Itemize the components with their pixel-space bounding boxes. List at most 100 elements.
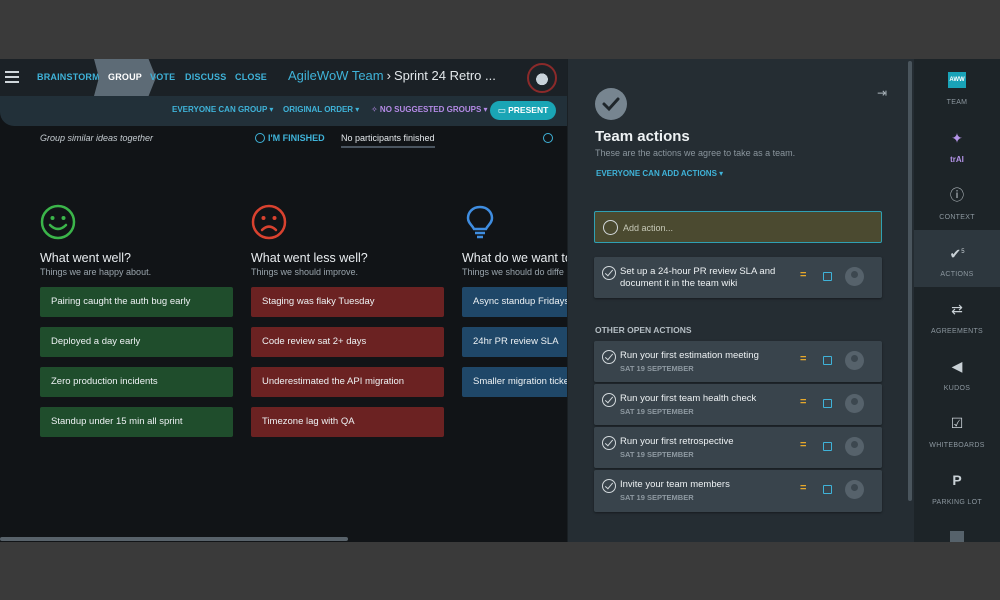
sidebar-item-label: ACTIONS xyxy=(940,271,974,278)
priority-icon[interactable]: = xyxy=(800,482,806,494)
action-item[interactable]: Invite your team members SAT 19 SEPTEMBE… xyxy=(594,470,882,512)
sidebar-item-label: CONTEXT xyxy=(939,214,975,221)
breadcrumb: AgileWoW Team › Sprint 24 Retro ... xyxy=(288,68,496,83)
assignee-avatar[interactable] xyxy=(845,480,864,499)
column-title: What went well? xyxy=(40,251,132,265)
collapse-panel-icon[interactable]: ⇥ xyxy=(877,86,887,100)
check-circle-icon[interactable] xyxy=(602,393,616,407)
step-close[interactable]: CLOSE xyxy=(235,59,267,96)
priority-icon[interactable]: = xyxy=(800,353,806,365)
action-item[interactable]: Run your first retrospective SAT 19 SEPT… xyxy=(594,427,882,468)
sidebar-item-actions[interactable]: ✔5 ACTIONS xyxy=(914,230,1000,287)
suggested-groups-dropdown[interactable]: ✧ NO SUGGESTED GROUPS ▾ xyxy=(371,105,488,114)
idea-card[interactable]: 24hr PR review SLA xyxy=(462,327,567,357)
calendar-icon[interactable] xyxy=(823,442,832,451)
step-group[interactable]: GROUP xyxy=(94,59,157,96)
sidebar-item-context[interactable]: ⓘ CONTEXT xyxy=(914,173,1000,230)
idea-card[interactable]: Zero production incidents xyxy=(40,367,233,397)
priority-icon[interactable]: = xyxy=(800,396,806,408)
retro-board: BRAINSTORM GROUP VOTE DISCUSS CLOSE Agil… xyxy=(0,59,567,542)
sidebar-item-agreements[interactable]: ⇄ AGREEMENTS xyxy=(914,287,1000,344)
more-icon[interactable] xyxy=(950,531,964,542)
present-button[interactable]: ▭ PRESENT xyxy=(490,101,556,120)
app-frame: BRAINSTORM GROUP VOTE DISCUSS CLOSE Agil… xyxy=(0,59,1000,542)
monitor-icon: ▭ xyxy=(497,105,509,115)
check-circle-icon[interactable] xyxy=(602,266,616,280)
idea-card[interactable]: Timezone lag with QA xyxy=(251,407,444,437)
action-date: SAT 19 SEPTEMBER xyxy=(620,407,694,416)
priority-icon[interactable]: = xyxy=(800,269,806,281)
team-link[interactable]: AgileWoW Team xyxy=(288,68,384,83)
horizontal-scrollbar[interactable] xyxy=(0,537,348,541)
action-item[interactable]: Run your first estimation meeting SAT 19… xyxy=(594,341,882,382)
idea-card[interactable]: Code review sat 2+ days xyxy=(251,327,444,357)
check-circle-icon xyxy=(595,88,627,120)
assignee-avatar[interactable] xyxy=(845,267,864,286)
idea-card[interactable]: Underestimated the API migration xyxy=(251,367,444,397)
handshake-icon: ⇄ xyxy=(951,301,963,317)
actions-count-badge: 5 xyxy=(961,249,965,255)
add-action-field[interactable] xyxy=(594,211,882,243)
assignee-avatar[interactable] xyxy=(845,437,864,456)
check-circle-icon[interactable] xyxy=(602,436,616,450)
panel-scrollbar[interactable] xyxy=(908,61,912,501)
other-actions-heading: OTHER OPEN ACTIONS xyxy=(595,325,692,335)
lightbulb-icon xyxy=(466,205,494,239)
present-button-label: PRESENT xyxy=(508,105,549,115)
action-permission-dropdown[interactable]: EVERYONE CAN ADD ACTIONS ▾ xyxy=(596,169,723,178)
action-date: SAT 19 SEPTEMBER xyxy=(620,364,694,373)
smile-icon xyxy=(40,204,76,240)
action-item[interactable]: Set up a 24-hour PR review SLA and docum… xyxy=(594,257,882,298)
assignee-avatar[interactable] xyxy=(845,394,864,413)
sidebar-item-kudos[interactable]: ◀ KUDOS xyxy=(914,344,1000,401)
idea-card[interactable]: Standup under 15 min all sprint xyxy=(40,407,233,437)
sidebar-item-whiteboards[interactable]: ☑ WHITEBOARDS xyxy=(914,401,1000,458)
column-subtitle: Things we should improve. xyxy=(251,267,359,277)
step-brainstorm[interactable]: BRAINSTORM xyxy=(37,59,100,96)
idea-card[interactable]: Pairing caught the auth bug early xyxy=(40,287,233,317)
top-nav: BRAINSTORM GROUP VOTE DISCUSS CLOSE Agil… xyxy=(0,59,567,96)
sidebar-item-label: AGREEMENTS xyxy=(930,328,983,335)
sidebar-item-trai[interactable]: ✦ trAI xyxy=(914,116,1000,173)
participants-status: No participants finished xyxy=(341,133,435,148)
step-discuss[interactable]: DISCUSS xyxy=(185,59,226,96)
assignee-avatar[interactable] xyxy=(845,351,864,370)
breadcrumb-separator: › xyxy=(386,68,391,83)
sparkle-icon: ✦ xyxy=(951,130,963,146)
calendar-icon[interactable] xyxy=(823,356,832,365)
group-permission-dropdown[interactable]: EVERYONE CAN GROUP ▾ xyxy=(172,105,273,114)
sidebar-item-team[interactable]: AWW TEAM xyxy=(914,59,1000,116)
priority-icon[interactable]: = xyxy=(800,439,806,451)
whiteboard-icon: ☑ xyxy=(950,415,964,431)
check-circle-icon[interactable] xyxy=(602,350,616,364)
avatar[interactable] xyxy=(527,63,557,93)
sidebar-item-parking-lot[interactable]: P PARKING LOT xyxy=(914,458,1000,515)
column-want-to-try: What do we want to Things we should do d… xyxy=(462,204,567,407)
column-went-well: What went well? Things we are happy abou… xyxy=(40,204,233,447)
sidebar-item-label: KUDOS xyxy=(943,385,971,392)
idea-card[interactable]: Smaller migration ticke xyxy=(462,367,567,397)
calendar-icon[interactable] xyxy=(823,399,832,408)
panel-title: Team actions xyxy=(595,128,690,145)
calendar-icon[interactable] xyxy=(823,485,832,494)
action-item[interactable]: Run your first team health check SAT 19 … xyxy=(594,384,882,425)
idea-card[interactable]: Async standup Fridays xyxy=(462,287,567,317)
timer-icon[interactable] xyxy=(543,133,553,143)
menu-icon[interactable] xyxy=(5,71,19,83)
info-icon: ⓘ xyxy=(950,187,964,203)
calendar-icon[interactable] xyxy=(823,272,832,281)
idea-card[interactable]: Staging was flaky Tuesday xyxy=(251,287,444,317)
action-date: SAT 19 SEPTEMBER xyxy=(620,450,694,459)
column-title: What went less well? xyxy=(251,251,368,265)
circle-icon xyxy=(603,220,618,235)
megaphone-icon: ◀ xyxy=(951,358,963,374)
finished-button[interactable]: I'M FINISHED xyxy=(255,133,325,143)
order-dropdown[interactable]: ORIGINAL ORDER ▾ xyxy=(283,105,359,114)
column-went-less-well: What went less well? Things we should im… xyxy=(251,204,444,447)
check-circle-icon[interactable] xyxy=(602,479,616,493)
step-vote[interactable]: VOTE xyxy=(150,59,175,96)
panel-subtitle: These are the actions we agree to take a… xyxy=(595,148,796,158)
action-text: Run your first team health check xyxy=(620,393,757,404)
add-action-input[interactable] xyxy=(623,220,863,235)
idea-card[interactable]: Deployed a day early xyxy=(40,327,233,357)
